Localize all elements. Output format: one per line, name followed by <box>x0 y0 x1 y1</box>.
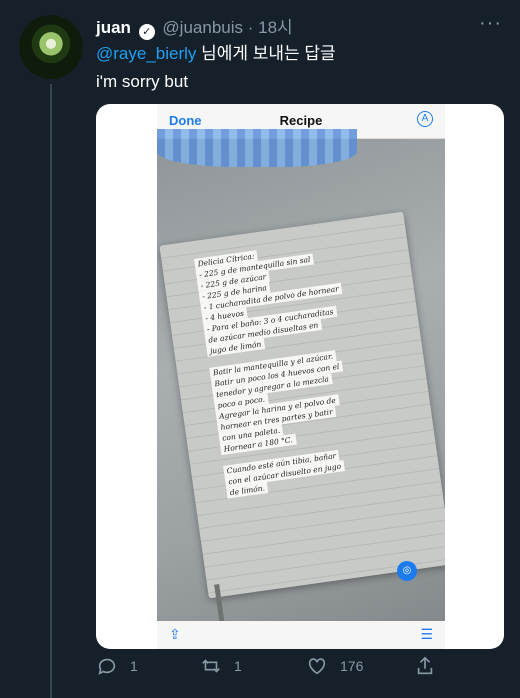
retweet-count: 1 <box>234 658 242 674</box>
share-tweet-icon <box>417 656 433 675</box>
phone-screenshot: Done Recipe A Delicia Cítrica: - 225 g de… <box>157 104 445 649</box>
retweet-button[interactable]: 1 <box>200 655 242 677</box>
author-name[interactable]: juan <box>96 18 131 37</box>
reply-icon <box>98 658 116 675</box>
share-button[interactable] <box>414 655 436 677</box>
tweet-header: juan ✓ @juanbuis · 18시 <box>96 13 293 40</box>
tweet-media[interactable]: Done Recipe A Delicia Cítrica: - 225 g de… <box>96 104 504 649</box>
like-count: 176 <box>340 658 364 674</box>
tweet-actions: 1 1 176 <box>96 655 506 685</box>
plate-background <box>157 129 357 167</box>
heart-icon <box>308 658 326 675</box>
recipe-photo: Delicia Cítrica: - 225 g de mantequilla s… <box>157 129 445 649</box>
more-options-icon[interactable]: ··· <box>479 12 502 35</box>
retweet-icon <box>202 659 220 673</box>
reply-mention[interactable]: @raye_bierly <box>96 44 196 63</box>
reply-button[interactable]: 1 <box>96 655 138 677</box>
tweet-text: i'm sorry but <box>96 72 189 91</box>
reply-count: 1 <box>130 658 138 674</box>
scan-text-icon: ◎ <box>397 561 417 581</box>
markup-icon: A <box>417 111 433 127</box>
verified-badge-icon: ✓ <box>138 24 155 40</box>
share-icon: ⇪ <box>169 626 181 642</box>
avatar[interactable] <box>19 15 83 79</box>
note-title: Recipe <box>279 113 323 128</box>
author-handle[interactable]: @juanbuis <box>162 18 243 37</box>
thread-line <box>50 84 52 698</box>
tweet-time[interactable]: · 18시 <box>248 18 293 37</box>
list-icon: ☰ <box>420 626 433 642</box>
notes-bottombar: ⇪ ☰ <box>157 621 445 649</box>
reply-context: @raye_bierly 님에게 보내는 답글 <box>96 39 336 64</box>
like-button[interactable]: 176 <box>306 655 363 677</box>
reply-suffix: 님에게 보내는 답글 <box>196 44 336 63</box>
